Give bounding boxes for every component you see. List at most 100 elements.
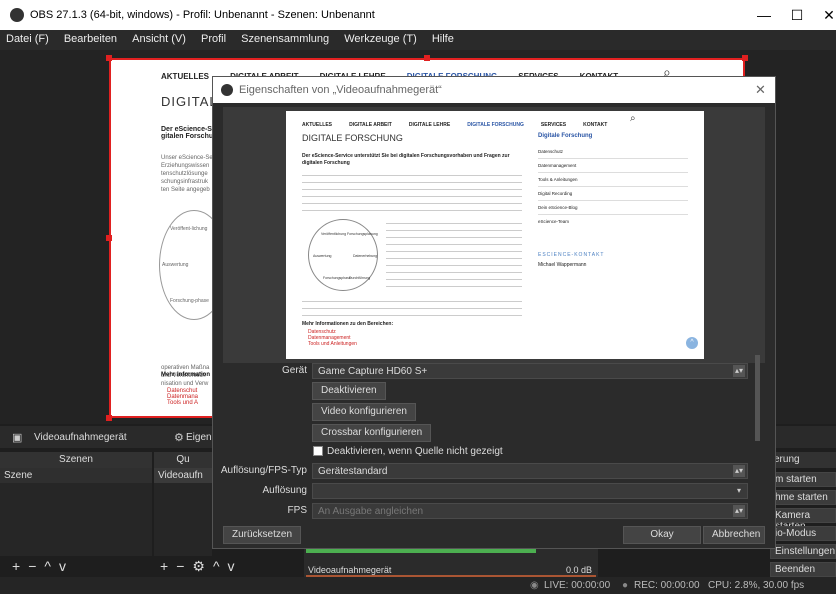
move-up-icon[interactable]: ^ [44, 558, 59, 574]
site-links: Datenschut Datenmana Tools und A [167, 388, 198, 406]
spinner-icon: ▴▾ [733, 465, 745, 477]
audio-mixer: Videoaufnahmegerät 0.0 dB [304, 549, 598, 577]
settings-button[interactable]: Einstellungen [770, 544, 836, 559]
live-status: LIVE: 00:00:00 [544, 580, 611, 591]
dialog-title-bar: Eigenschaften von „Videoaufnahmegerät“ ✕ [213, 77, 775, 103]
transform-handle[interactable] [106, 55, 112, 61]
rec-status: REC: 00:00:00 [634, 580, 700, 591]
menu-view[interactable]: Ansicht (V) [126, 30, 192, 48]
deactivate-when-hidden-checkbox[interactable] [313, 446, 323, 456]
scenes-header: Szenen [0, 452, 152, 468]
controls-header: erung [770, 452, 836, 468]
exit-button[interactable]: Beenden [770, 562, 836, 577]
scene-item[interactable]: Szene [0, 468, 152, 483]
inner-search-icon: ⌕ [630, 113, 636, 124]
dialog-title: Eigenschaften von „Videoaufnahmegerät“ [239, 84, 442, 96]
chevron-down-icon: ▾ [736, 486, 741, 495]
wheel-label: Veröffent-lichung [170, 226, 208, 232]
ok-button[interactable]: Okay [623, 526, 701, 544]
cpu-status: CPU: 2.8%, 30.00 fps [708, 580, 805, 591]
dialog-close-button[interactable]: ✕ [755, 82, 766, 98]
menu-edit[interactable]: Bearbeiten [58, 30, 123, 48]
remove-scene-icon[interactable]: − [28, 558, 44, 574]
inner-contact-name: Michael Wappermann [538, 262, 587, 268]
start-streaming-button[interactable]: m starten [770, 472, 836, 487]
inner-nav-item: DIGITALE LEHRE [408, 122, 451, 128]
gear-icon: ⚙ [174, 432, 184, 444]
dialog-preview: AKTUELLES DIGITALE ARBEIT DIGITALE LEHRE… [223, 107, 765, 363]
close-button[interactable]: ✕ [810, 0, 836, 30]
mixer-level: 0.0 dB [566, 565, 593, 575]
camera-icon: ▣ [12, 432, 23, 444]
inner-sidebar-item: Datenschutz [538, 145, 688, 159]
inner-nav-item: DIGITALE ARBEIT [349, 122, 392, 128]
scenes-list[interactable]: Szene [0, 468, 152, 556]
fps-value: An Ausgabe angleichen [318, 506, 424, 517]
inner-nav-item: KONTAKT [583, 122, 608, 128]
site-more-info: Mehr Information [161, 372, 210, 378]
wheel-label: Forschung-phase [170, 298, 209, 304]
dialog-scrollbar[interactable] [755, 355, 760, 441]
obs-logo-icon [10, 8, 24, 22]
resolution-select[interactable]: ▾ [312, 483, 748, 499]
source-settings-icon[interactable]: ⚙ [192, 558, 213, 574]
dialog-preview-page: AKTUELLES DIGITALE ARBEIT DIGITALE LEHRE… [286, 111, 704, 359]
resolution-label: Auflösung [262, 485, 307, 496]
inner-body-text [302, 297, 522, 317]
remove-source-icon[interactable]: − [176, 558, 192, 574]
wheel-label: Durchführung [349, 276, 371, 280]
inner-contact-heading: ESCIENCE-KONTAKT [538, 252, 605, 258]
wheel-label: Auswertung [162, 262, 189, 268]
inner-heading: DIGITALE FORSCHUNG [302, 133, 403, 143]
transform-handle[interactable] [742, 55, 748, 61]
source-item[interactable]: Videoaufn [154, 468, 212, 483]
inner-sidebar-item: Digital Recording [538, 187, 688, 201]
add-source-icon[interactable]: + [160, 558, 176, 574]
sources-list[interactable]: Videoaufn [154, 468, 212, 556]
sources-controls: +−⚙^v [154, 558, 274, 576]
transform-handle[interactable] [106, 235, 112, 241]
rec-icon: ● [622, 580, 629, 591]
add-scene-icon[interactable]: + [12, 558, 28, 574]
move-down-icon[interactable]: v [228, 558, 243, 574]
volume-meter [306, 549, 536, 553]
transform-handle[interactable] [106, 415, 112, 421]
resolution-fps-type-label: Auflösung/FPS-Typ [220, 465, 307, 476]
reset-button[interactable]: Zurücksetzen [223, 526, 301, 544]
wheel-label: Forschungsplanung [347, 232, 378, 236]
menu-scene-collection[interactable]: Szenensammlung [235, 30, 335, 48]
inner-site-nav: AKTUELLES DIGITALE ARBEIT DIGITALE LEHRE… [302, 117, 607, 129]
transform-handle[interactable] [424, 55, 430, 61]
menu-help[interactable]: Hilfe [426, 30, 460, 48]
inner-sidebar-item: eScience-Team [538, 219, 570, 224]
resolution-fps-type-select[interactable]: Gerätestandard ▴▾ [312, 463, 748, 479]
site-link: Tools und A [167, 400, 199, 406]
cancel-button[interactable]: Abbrechen [703, 526, 765, 544]
configure-crossbar-button[interactable]: Crossbar konfigurieren [312, 424, 432, 442]
source-name: Videoaufnahmegerät [34, 432, 127, 443]
fps-select[interactable]: An Ausgabe angleichen ▴▾ [312, 503, 748, 519]
inner-body-text [302, 171, 522, 215]
device-select[interactable]: Game Capture HD60 S+ ▴▾ [312, 363, 748, 379]
studio-mode-button[interactable]: io-Modus [770, 526, 836, 541]
start-recording-button[interactable]: hme starten [770, 490, 836, 505]
scenes-controls: +−^v [0, 558, 152, 576]
start-virtual-camera-button[interactable]: Kamera starten [770, 508, 836, 532]
inner-links: Datenschutz Datenmanagement Tools und An… [308, 329, 357, 347]
menu-profile[interactable]: Profil [195, 30, 232, 48]
move-up-icon[interactable]: ^ [213, 558, 228, 574]
menu-file[interactable]: Datei (F) [0, 30, 55, 48]
configure-video-button[interactable]: Video konfigurieren [312, 403, 416, 421]
menu-tools[interactable]: Werkzeuge (T) [338, 30, 423, 48]
move-down-icon[interactable]: v [59, 558, 74, 574]
fps-label: FPS [287, 505, 307, 516]
wheel-label: Forschungsphase [323, 276, 351, 280]
status-bar: ◉ LIVE: 00:00:00 ● REC: 00:00:00 CPU: 2.… [0, 577, 836, 594]
inner-nav-item: SERVICES [540, 122, 567, 128]
site-nav-item: AKTUELLES [161, 72, 209, 81]
properties-dialog: Eigenschaften von „Videoaufnahmegerät“ ✕… [212, 76, 776, 549]
wheel-label: Datenerhebung [353, 254, 378, 258]
spinner-icon: ▴▾ [733, 365, 745, 377]
deactivate-button[interactable]: Deaktivieren [312, 382, 386, 400]
device-value: Game Capture HD60 S+ [318, 366, 428, 377]
